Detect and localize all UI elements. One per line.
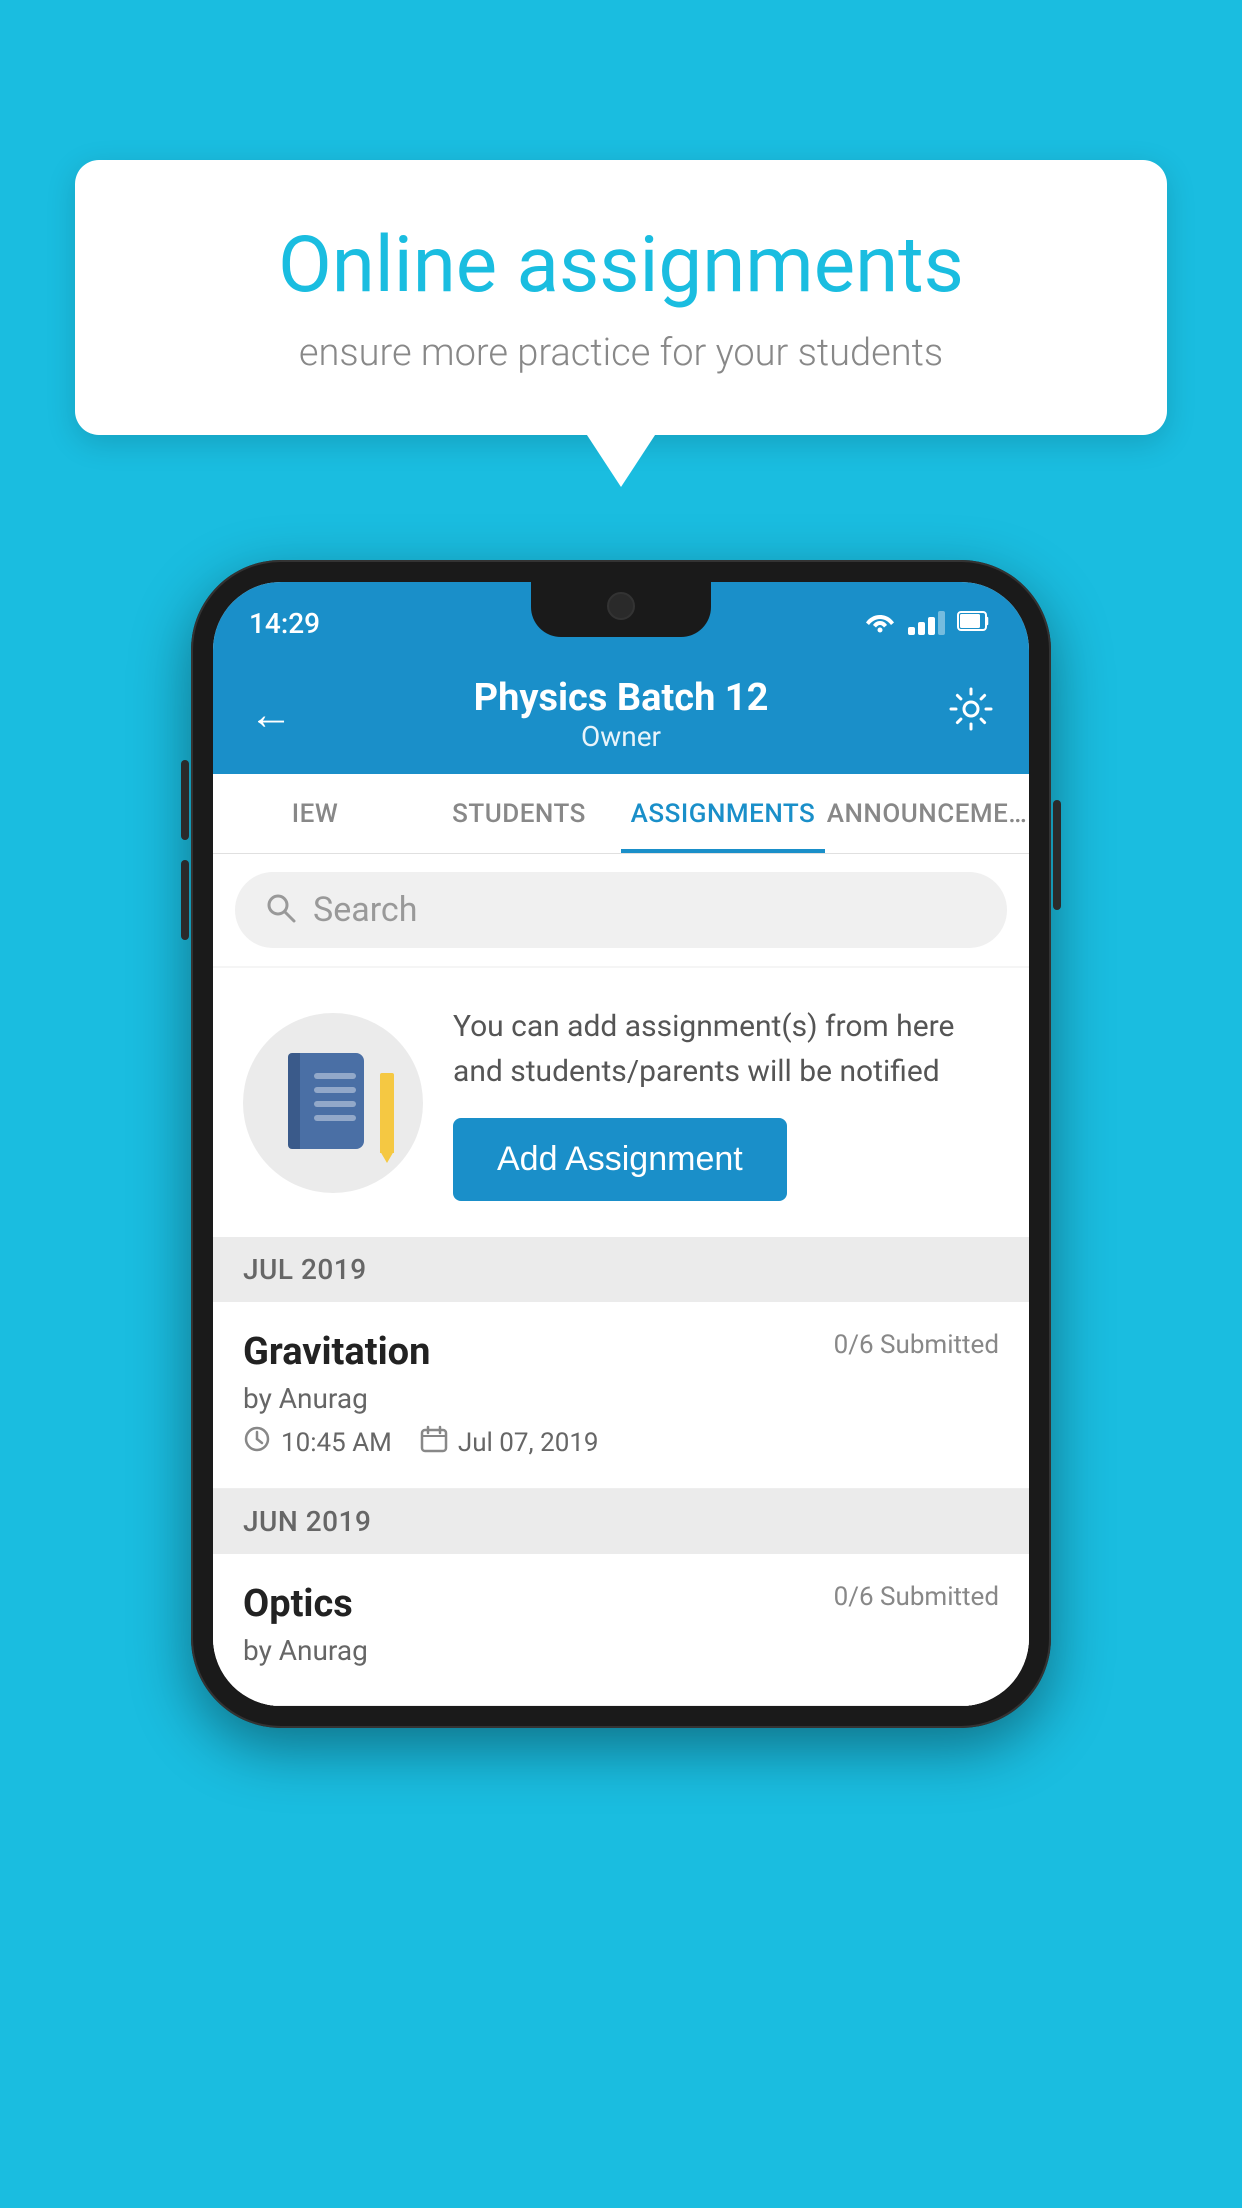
assignment-author: by Anurag bbox=[243, 1382, 999, 1415]
section-header-jul: JUL 2019 bbox=[213, 1237, 1029, 1302]
calendar-icon bbox=[420, 1425, 448, 1460]
date-value: Jul 07, 2019 bbox=[458, 1428, 599, 1458]
phone-mockup: 14:29 bbox=[191, 560, 1051, 1728]
phone-outer: 14:29 bbox=[191, 560, 1051, 1728]
phone-vol-down bbox=[181, 860, 189, 940]
tabs-bar: IEW STUDENTS ASSIGNMENTS ANNOUNCEME… bbox=[213, 774, 1029, 854]
search-icon bbox=[265, 892, 297, 928]
search-container: Search bbox=[213, 854, 1029, 966]
phone-screen: 14:29 bbox=[213, 582, 1029, 1706]
notebook-line bbox=[314, 1073, 356, 1079]
assignment-top-row: Gravitation 0/6 Submitted bbox=[243, 1330, 999, 1374]
tab-assignments[interactable]: ASSIGNMENTS bbox=[621, 774, 825, 853]
assignment-item-gravitation[interactable]: Gravitation 0/6 Submitted by Anurag bbox=[213, 1302, 1029, 1489]
section-header-jun: JUN 2019 bbox=[213, 1489, 1029, 1554]
header-title-group: Physics Batch 12 Owner bbox=[474, 676, 769, 753]
assignment-author-optics: by Anurag bbox=[243, 1634, 999, 1667]
speech-bubble: Online assignments ensure more practice … bbox=[75, 160, 1167, 435]
search-box[interactable]: Search bbox=[235, 872, 1007, 948]
settings-icon[interactable] bbox=[949, 687, 993, 741]
cta-section: You can add assignment(s) from here and … bbox=[213, 968, 1029, 1237]
clock-icon bbox=[243, 1425, 271, 1460]
assignment-submitted-optics: 0/6 Submitted bbox=[834, 1582, 999, 1612]
speech-bubble-area: Online assignments ensure more practice … bbox=[75, 160, 1167, 435]
header-title: Physics Batch 12 bbox=[474, 676, 769, 720]
assignment-item-optics[interactable]: Optics 0/6 Submitted by Anurag bbox=[213, 1554, 1029, 1706]
notebook-line bbox=[314, 1087, 356, 1093]
meta-time: 10:45 AM bbox=[243, 1425, 392, 1460]
pencil-tip bbox=[380, 1151, 394, 1163]
back-button[interactable]: ← bbox=[249, 688, 293, 740]
bubble-subtitle: ensure more practice for your students bbox=[145, 331, 1097, 375]
content-area: Search bbox=[213, 854, 1029, 1706]
cta-description: You can add assignment(s) from here and … bbox=[453, 1004, 999, 1094]
add-assignment-button[interactable]: Add Assignment bbox=[453, 1118, 787, 1201]
notebook-body bbox=[288, 1053, 364, 1149]
phone-vol-up bbox=[181, 760, 189, 840]
notebook-lines bbox=[314, 1073, 356, 1129]
signal-icon bbox=[908, 611, 945, 635]
cta-icon-circle bbox=[243, 1013, 423, 1193]
tab-announcements[interactable]: ANNOUNCEME… bbox=[825, 774, 1029, 853]
header-subtitle: Owner bbox=[474, 720, 769, 753]
cta-text-group: You can add assignment(s) from here and … bbox=[453, 1004, 999, 1201]
time-value: 10:45 AM bbox=[281, 1428, 392, 1458]
tab-iew[interactable]: IEW bbox=[213, 774, 417, 853]
phone-camera bbox=[607, 592, 635, 620]
pencil bbox=[380, 1073, 394, 1153]
notebook-line bbox=[314, 1115, 356, 1121]
assignment-top-row-optics: Optics 0/6 Submitted bbox=[243, 1582, 999, 1626]
assignment-submitted: 0/6 Submitted bbox=[834, 1330, 999, 1360]
status-time: 14:29 bbox=[249, 607, 320, 640]
meta-date: Jul 07, 2019 bbox=[420, 1425, 599, 1460]
phone-notch bbox=[531, 582, 711, 637]
notebook-line bbox=[314, 1101, 356, 1107]
wifi-icon bbox=[864, 609, 896, 637]
app-header: ← Physics Batch 12 Owner bbox=[213, 654, 1029, 774]
status-icons bbox=[864, 609, 993, 637]
notebook-icon bbox=[288, 1053, 378, 1153]
assignment-title-optics: Optics bbox=[243, 1582, 353, 1626]
battery-icon bbox=[957, 610, 993, 636]
assignment-meta: 10:45 AM Jul 07, 201 bbox=[243, 1425, 999, 1460]
search-placeholder: Search bbox=[313, 890, 417, 930]
tab-students[interactable]: STUDENTS bbox=[417, 774, 621, 853]
bubble-title: Online assignments bbox=[145, 220, 1097, 311]
assignment-title: Gravitation bbox=[243, 1330, 430, 1374]
phone-power bbox=[1053, 800, 1061, 910]
